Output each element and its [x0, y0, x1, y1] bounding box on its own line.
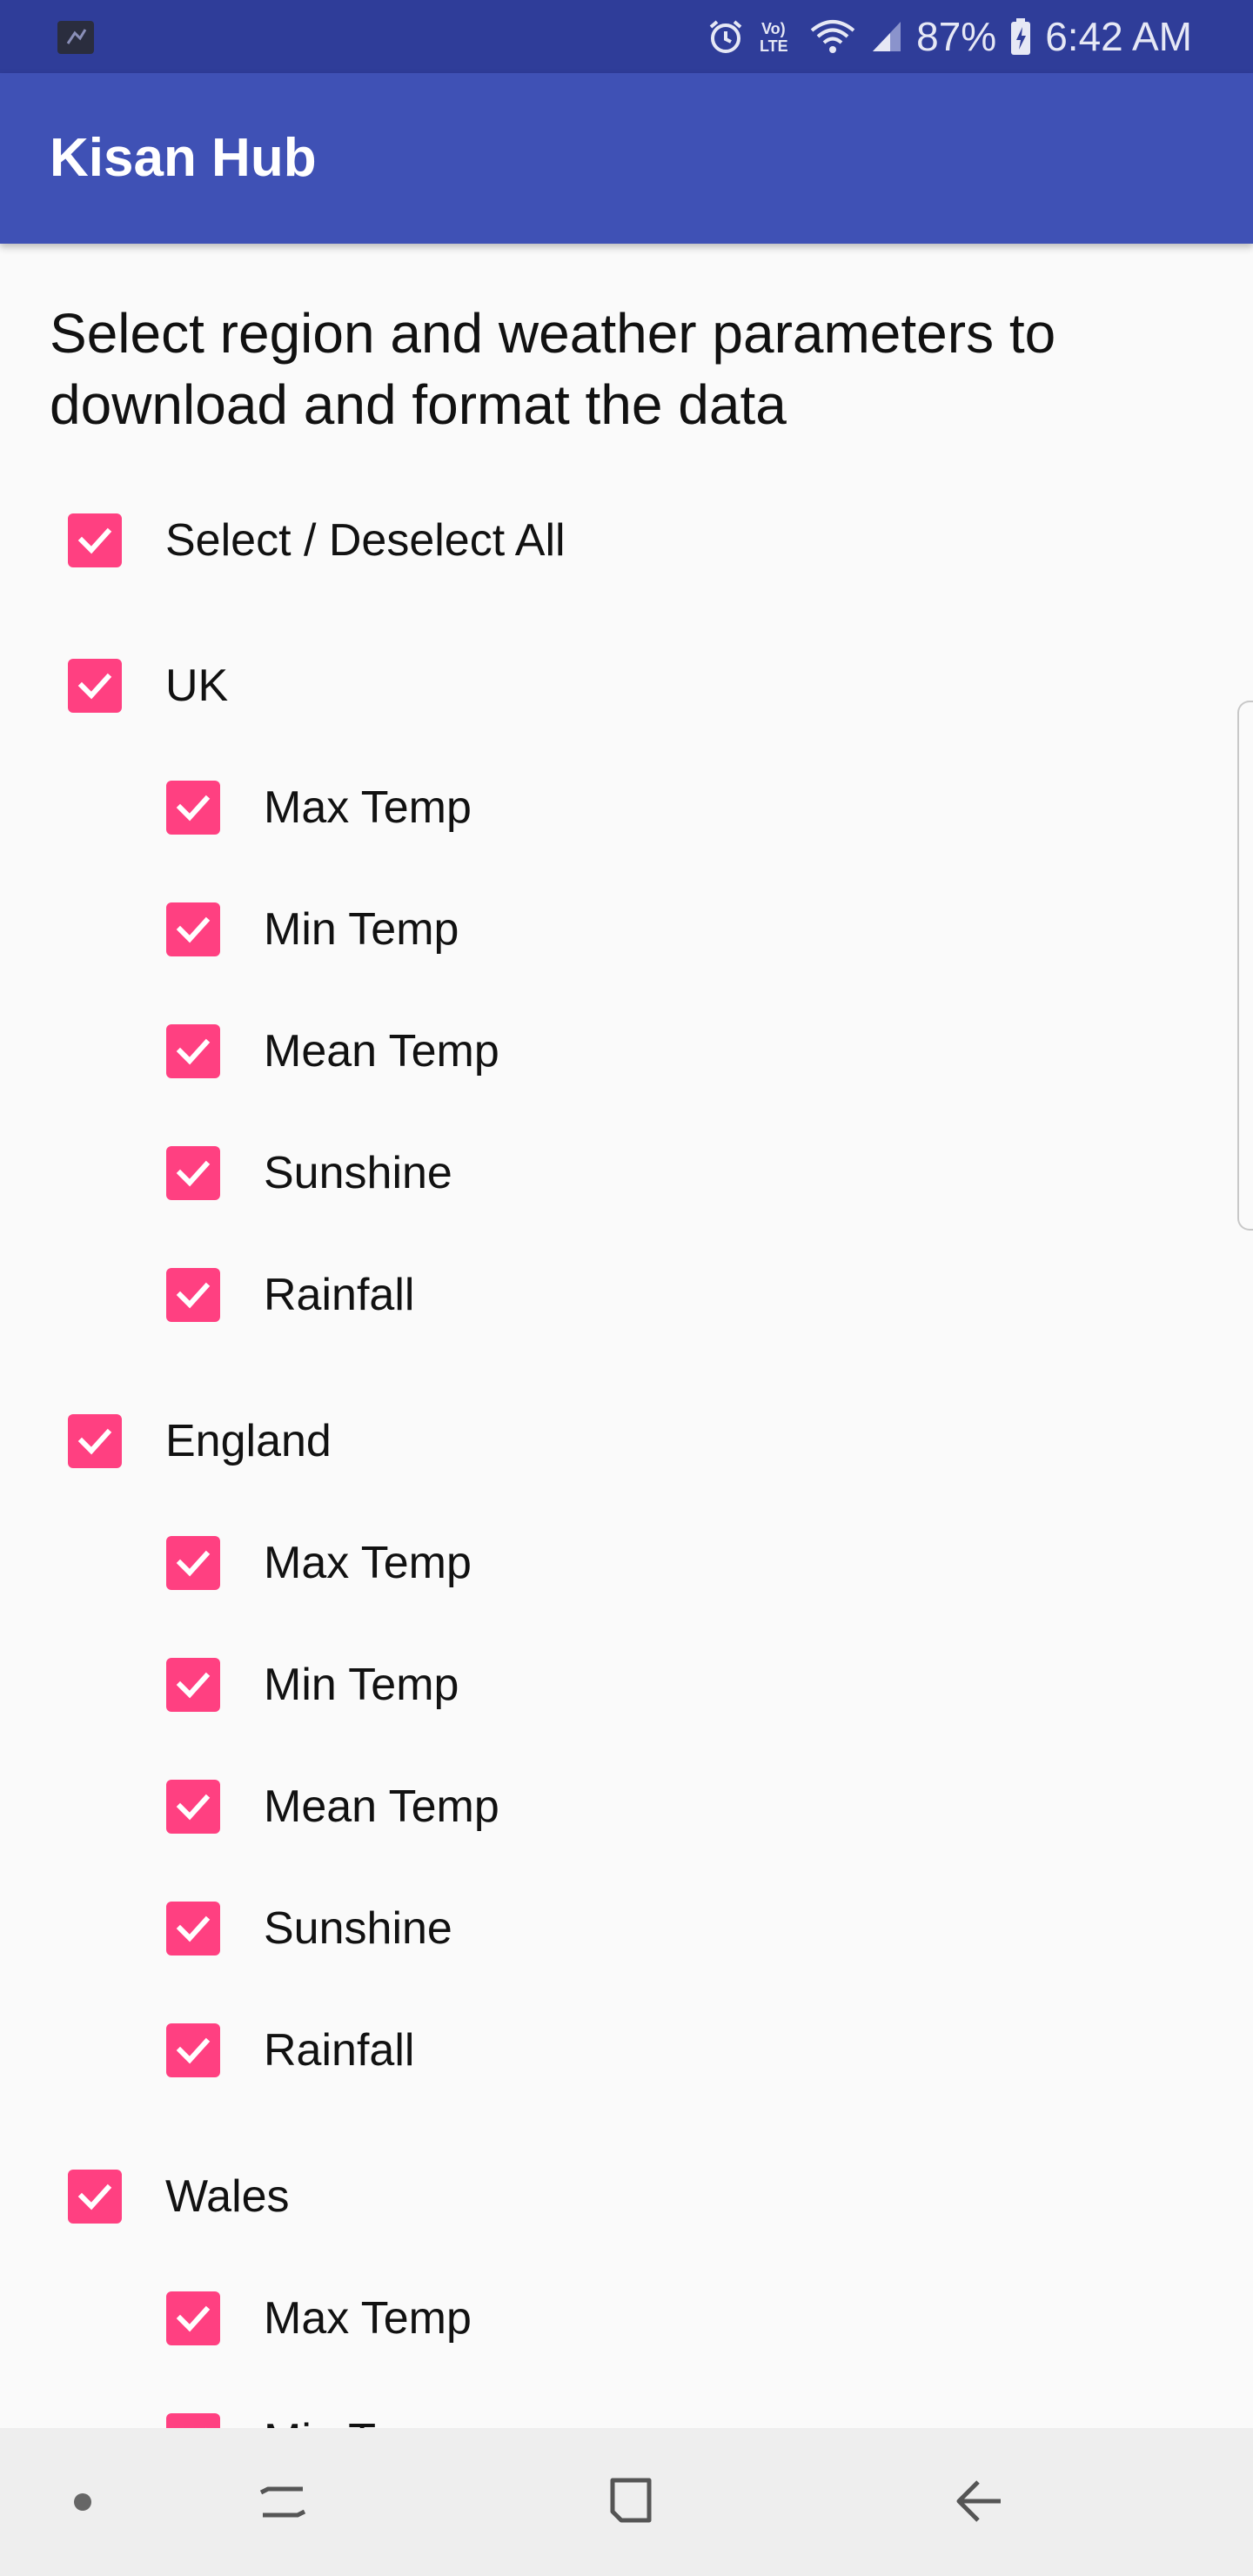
param-label: Max Temp	[264, 782, 472, 833]
wifi-icon	[808, 17, 857, 57]
checkbox-checked-icon[interactable]	[166, 2413, 220, 2428]
region-checkbox-wales[interactable]: Wales	[68, 2136, 290, 2257]
checkbox-checked-icon[interactable]	[166, 1146, 220, 1200]
checkbox-checked-icon[interactable]	[166, 1658, 220, 1712]
param-label: Min Temp	[264, 2414, 459, 2428]
param-checkbox-uk-rainfall[interactable]: Rainfall	[166, 1234, 414, 1356]
battery-percentage: 87%	[916, 14, 997, 59]
back-icon[interactable]	[931, 2428, 1027, 2576]
checkbox-checked-icon[interactable]	[166, 781, 220, 835]
content-scroll-area[interactable]: Select region and weather parameters to …	[0, 244, 1253, 2428]
checkbox-checked-icon[interactable]	[68, 513, 122, 567]
checkbox-checked-icon[interactable]	[166, 902, 220, 956]
param-checkbox-england-min-temp[interactable]: Min Temp	[166, 1624, 459, 1746]
param-label: Sunshine	[264, 1903, 452, 1954]
param-checkbox-uk-sunshine[interactable]: Sunshine	[166, 1112, 452, 1234]
checkbox-checked-icon[interactable]	[166, 1024, 220, 1078]
param-checkbox-uk-min-temp[interactable]: Min Temp	[166, 869, 459, 990]
status-bar: Vo) LTE 87% 6:42 AM	[0, 0, 1253, 73]
checkbox-checked-icon[interactable]	[68, 2170, 122, 2224]
app-bar: Kisan Hub	[0, 73, 1253, 244]
param-label: Min Temp	[264, 904, 459, 955]
select-all-label: Select / Deselect All	[165, 515, 566, 566]
region-label: England	[165, 1416, 332, 1466]
param-checkbox-wales-max-temp[interactable]: Max Temp	[166, 2257, 472, 2379]
svg-text:LTE: LTE	[760, 37, 788, 55]
checkbox-checked-icon[interactable]	[166, 2291, 220, 2345]
param-label: Rainfall	[264, 1270, 415, 1320]
clock: 6:42 AM	[1045, 14, 1192, 59]
battery-charging-icon	[1008, 17, 1033, 57]
dot-icon[interactable]	[52, 2428, 113, 2576]
param-label: Max Temp	[264, 1538, 472, 1588]
param-checkbox-england-mean-temp[interactable]: Mean Temp	[166, 1746, 499, 1868]
checkbox-checked-icon[interactable]	[166, 1902, 220, 1955]
instruction-text: Select region and weather parameters to …	[50, 302, 1056, 436]
param-label: Min Temp	[264, 1660, 459, 1710]
checkbox-checked-icon[interactable]	[166, 2023, 220, 2077]
param-checkbox-england-sunshine[interactable]: Sunshine	[166, 1868, 452, 1989]
param-label: Sunshine	[264, 1148, 452, 1198]
checkbox-checked-icon[interactable]	[68, 1414, 122, 1468]
checkbox-checked-icon[interactable]	[166, 1536, 220, 1590]
alarm-icon	[706, 17, 746, 57]
app-title: Kisan Hub	[50, 128, 317, 188]
volte-icon: Vo) LTE	[758, 17, 796, 57]
recents-icon[interactable]	[235, 2428, 331, 2576]
notification-app-icon	[57, 21, 94, 54]
scrollbar-thumb[interactable]	[1237, 701, 1253, 1231]
param-checkbox-uk-mean-temp[interactable]: Mean Temp	[166, 990, 499, 1112]
checkbox-checked-icon[interactable]	[166, 1780, 220, 1834]
navigation-bar	[0, 2428, 1253, 2576]
param-checkbox-uk-max-temp[interactable]: Max Temp	[166, 747, 472, 869]
svg-text:Vo): Vo)	[761, 20, 786, 37]
checkbox-checked-icon[interactable]	[166, 1268, 220, 1322]
status-icons: Vo) LTE 87% 6:42 AM	[706, 0, 1192, 73]
signal-icon	[869, 17, 904, 57]
region-label: UK	[165, 661, 229, 711]
param-checkbox-wales-min-temp[interactable]: Min Temp	[166, 2379, 459, 2428]
select-all-checkbox[interactable]: Select / Deselect All	[68, 480, 566, 601]
param-label: Max Temp	[264, 2293, 472, 2344]
param-label: Mean Temp	[264, 1781, 499, 1832]
param-label: Mean Temp	[264, 1026, 499, 1077]
param-checkbox-england-rainfall[interactable]: Rainfall	[166, 1989, 414, 2111]
home-icon[interactable]	[583, 2428, 679, 2576]
checkbox-checked-icon[interactable]	[68, 659, 122, 713]
region-label: Wales	[165, 2171, 290, 2222]
param-checkbox-england-max-temp[interactable]: Max Temp	[166, 1502, 472, 1624]
region-checkbox-england[interactable]: England	[68, 1380, 332, 1502]
param-label: Rainfall	[264, 2025, 415, 2076]
region-checkbox-uk[interactable]: UK	[68, 625, 228, 747]
